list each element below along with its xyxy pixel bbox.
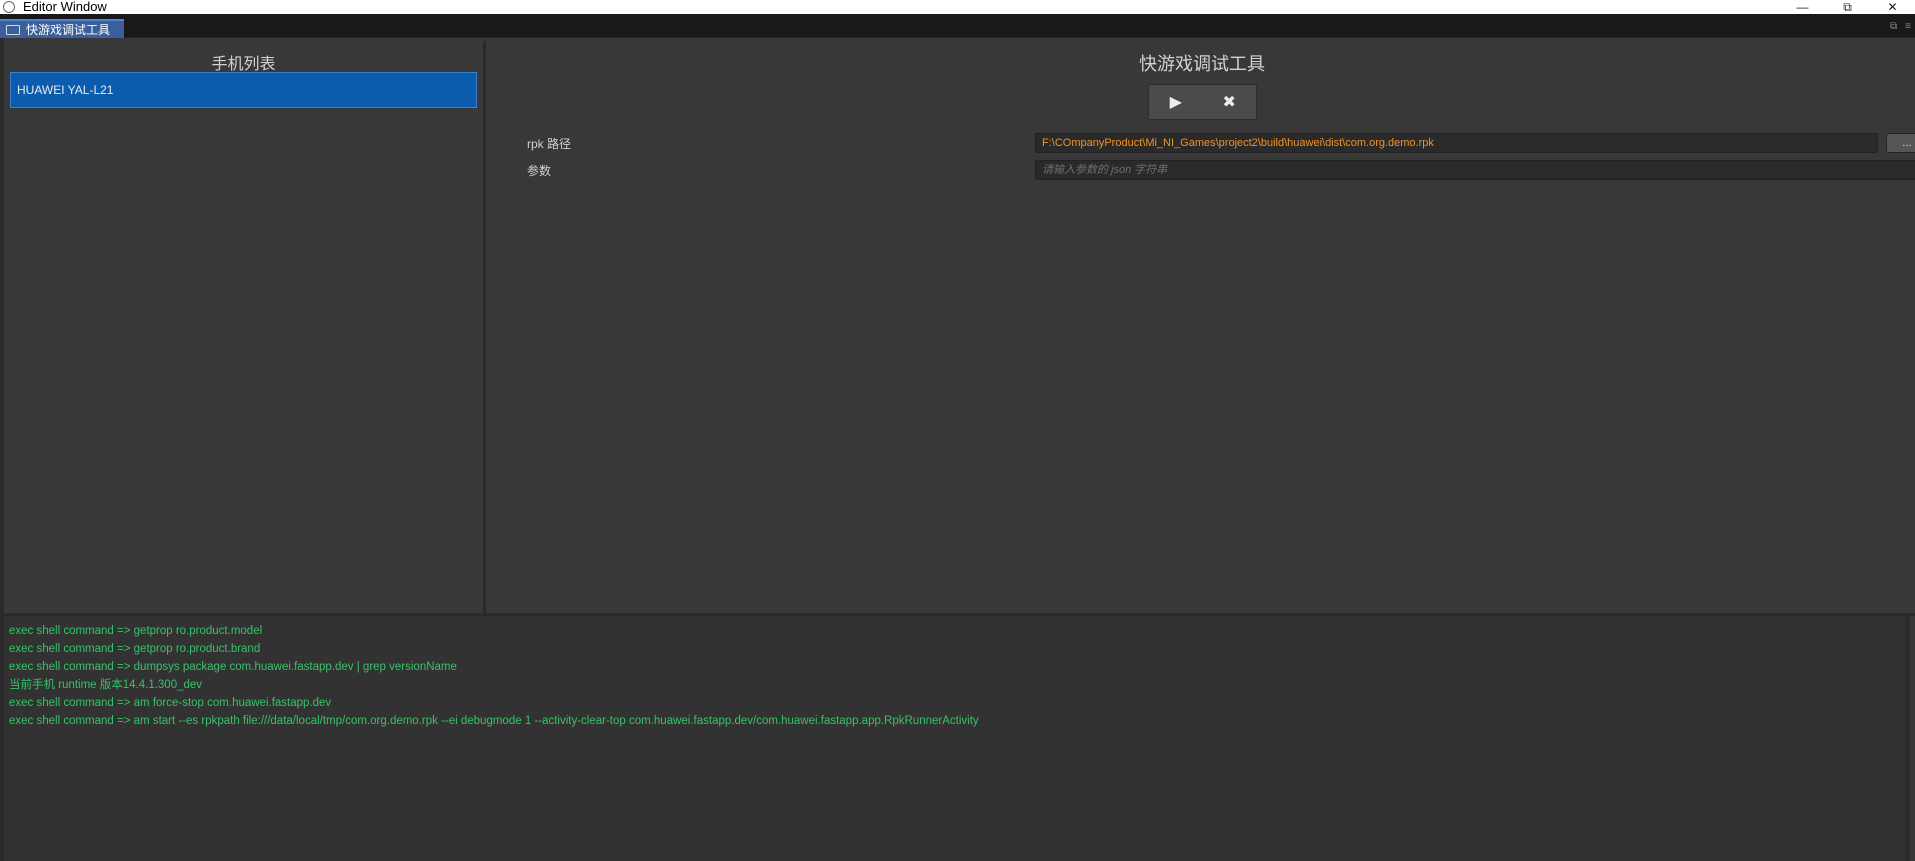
device-item[interactable]: HUAWEI YAL-L21 [10, 72, 477, 108]
monitor-icon [6, 24, 20, 35]
play-button[interactable]: ▶ [1149, 85, 1203, 119]
params-label: 参数 [527, 164, 552, 178]
log-line: exec shell command => dumpsys package co… [9, 661, 457, 673]
log-line: exec shell command => am force-stop com.… [9, 697, 332, 709]
log-panel: exec shell command => getprop ro.product… [4, 616, 1910, 861]
debug-panel: 快游戏调试工具 ▶ ✖ rpk 路径 F:\COmpanyProduct\Mi_… [489, 41, 1915, 613]
rpk-path-input[interactable]: F:\COmpanyProduct\Mi_NI_Games\project2\b… [1035, 133, 1878, 153]
rpk-path-label: rpk 路径 [527, 137, 572, 151]
page-title: 快游戏调试工具 [1139, 54, 1265, 74]
device-list: HUAWEI YAL-L21 [10, 72, 477, 108]
device-list-header: 手机列表 [211, 56, 276, 73]
tab-fast-game-debug[interactable]: 快游戏调试工具 [0, 19, 124, 38]
tab-strip: 快游戏调试工具 ⧉ ≡ [0, 14, 1915, 38]
params-row: 参数 请输入参数的 json 字符串 [527, 160, 1915, 180]
maximize-tab-icon[interactable]: ⧉ [1890, 21, 1897, 32]
log-line: 当前手机 runtime 版本14.4.1.300_dev [9, 679, 203, 691]
browse-button[interactable]: ... [1886, 133, 1915, 153]
menu-icon[interactable]: ≡ [1905, 21, 1911, 32]
run-controls: ▶ ✖ [1148, 84, 1257, 120]
log-line: exec shell command => am start --es rpkp… [9, 715, 979, 727]
stop-button[interactable]: ✖ [1203, 85, 1257, 119]
log-line: exec shell command => getprop ro.product… [9, 625, 263, 637]
title-bar: Editor Window — ⧉ ✕ [0, 0, 1915, 14]
app-icon [3, 1, 15, 13]
tab-tools: ⧉ ≡ [1890, 21, 1911, 32]
window-title: Editor Window [23, 0, 107, 14]
rpk-path-row: rpk 路径 F:\COmpanyProduct\Mi_NI_Games\pro… [527, 133, 1915, 153]
minimize-button[interactable]: — [1780, 0, 1825, 14]
device-list-panel: 手机列表 HUAWEI YAL-L21 [4, 41, 486, 613]
log-line: exec shell command => getprop ro.product… [9, 643, 261, 655]
params-input[interactable]: 请输入参数的 json 字符串 [1035, 160, 1915, 180]
restore-button[interactable]: ⧉ [1825, 0, 1870, 14]
window-controls: — ⧉ ✕ [1780, 0, 1915, 14]
close-button[interactable]: ✕ [1870, 0, 1915, 14]
tab-label: 快游戏调试工具 [26, 23, 111, 37]
